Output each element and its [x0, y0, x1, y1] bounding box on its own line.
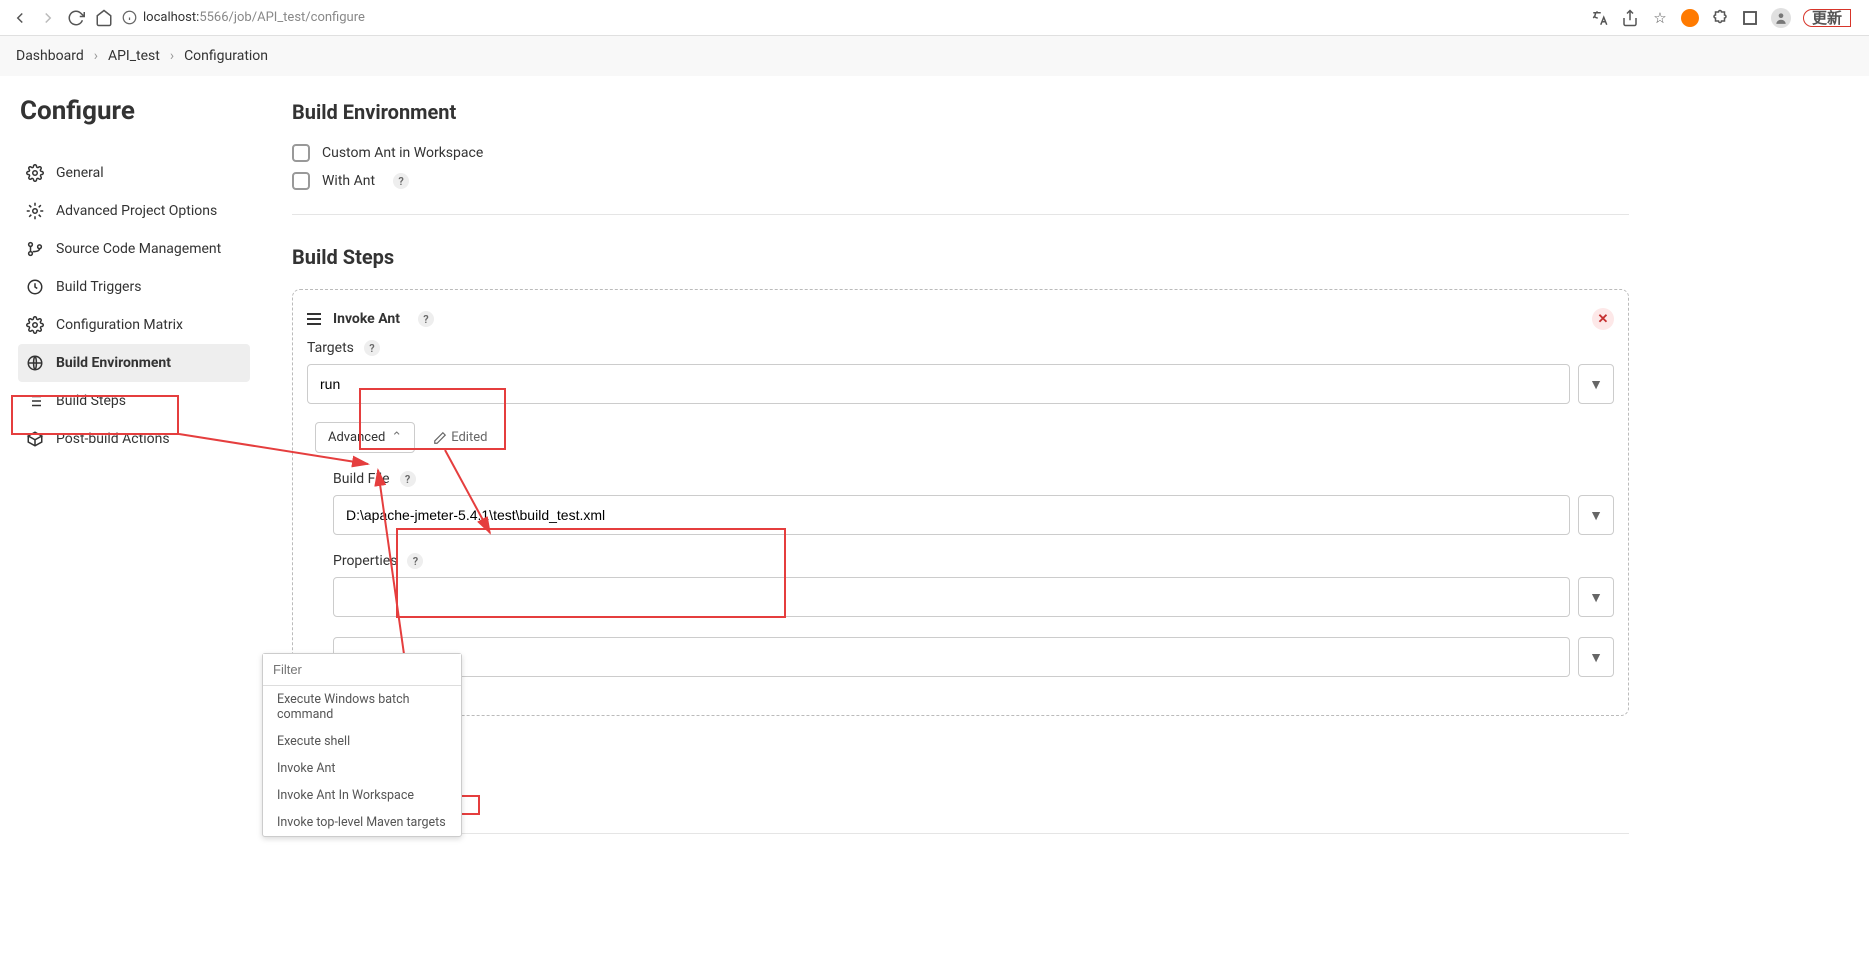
sidebar-item-matrix[interactable]: Configuration Matrix — [18, 306, 250, 344]
sidebar-item-label: Configuration Matrix — [56, 317, 183, 333]
home-button[interactable] — [94, 8, 114, 28]
url-path: /job/API_test/configure — [229, 10, 365, 25]
sidebar-item-postbuild[interactable]: Post-build Actions — [18, 420, 250, 458]
branch-icon — [26, 240, 44, 258]
sidebar-item-label: Build Steps — [56, 393, 126, 409]
menu-item-shell[interactable]: Execute shell — [263, 728, 461, 755]
checkbox-label: With Ant — [322, 173, 375, 189]
browser-action-icons: ☆ 更新 — [1591, 8, 1859, 28]
browser-nav-bar: localhost:5566/job/API_test/configure ☆ … — [0, 0, 1869, 36]
update-button[interactable]: 更新 — [1803, 9, 1851, 27]
sidebar-item-advanced[interactable]: Advanced Project Options — [18, 192, 250, 230]
filter-input[interactable] — [263, 654, 461, 686]
menu-item-maven[interactable]: Invoke top-level Maven targets — [263, 809, 461, 836]
breadcrumb-configuration[interactable]: Configuration — [184, 48, 268, 64]
sidebar-item-label: General — [56, 165, 104, 181]
gear-icon — [26, 202, 44, 220]
divider — [292, 833, 1629, 834]
puzzle-icon[interactable] — [1711, 9, 1729, 27]
sidebar-item-label: Source Code Management — [56, 241, 221, 257]
sidebar-item-build-steps[interactable]: Build Steps — [18, 382, 250, 420]
clock-icon — [26, 278, 44, 296]
sidebar-item-label: Build Triggers — [56, 279, 141, 295]
chevron-right-icon: › — [170, 48, 174, 64]
url-host: localhost: — [143, 10, 199, 25]
window-icon[interactable] — [1741, 9, 1759, 27]
sidebar-item-scm[interactable]: Source Code Management — [18, 230, 250, 268]
edited-indicator: Edited — [433, 430, 487, 445]
sidebar-item-build-env[interactable]: Build Environment — [18, 344, 250, 382]
properties-label: Properties ? — [333, 553, 1614, 569]
package-icon — [26, 430, 44, 448]
checkbox-icon[interactable] — [292, 144, 310, 162]
translate-icon[interactable] — [1591, 9, 1609, 27]
menu-item-batch[interactable]: Execute Windows batch command — [263, 686, 461, 728]
drag-handle-icon[interactable] — [307, 313, 321, 325]
advanced-button[interactable]: Advanced ⌃ — [315, 422, 415, 453]
help-icon[interactable]: ? — [418, 311, 434, 327]
sidebar-item-triggers[interactable]: Build Triggers — [18, 268, 250, 306]
targets-label: Targets ? — [307, 340, 1614, 356]
breadcrumb-dashboard[interactable]: Dashboard — [16, 48, 84, 64]
config-sidebar: Configure General Advanced Project Optio… — [0, 76, 262, 904]
menu-item-invoke-ant-workspace[interactable]: Invoke Ant In Workspace — [263, 782, 461, 809]
expand-button[interactable]: ▼ — [1578, 495, 1614, 535]
expand-button[interactable]: ▼ — [1578, 364, 1614, 404]
delete-step-button[interactable]: ✕ — [1592, 308, 1614, 330]
pencil-icon — [433, 431, 447, 445]
back-button[interactable] — [10, 8, 30, 28]
sidebar-item-label: Build Environment — [56, 355, 171, 371]
checkbox-custom-ant[interactable]: Custom Ant in Workspace — [292, 144, 1629, 162]
build-env-title: Build Environment — [292, 100, 1629, 124]
expand-button[interactable]: ▼ — [1578, 637, 1614, 677]
profile-icon[interactable] — [1771, 8, 1791, 28]
sidebar-item-label: Advanced Project Options — [56, 203, 217, 219]
breadcrumb: Dashboard › API_test › Configuration — [0, 36, 1869, 76]
add-step-dropdown: Execute Windows batch command Execute sh… — [262, 653, 462, 837]
label-text: Edited — [451, 430, 487, 445]
divider — [292, 214, 1629, 215]
label-text: Build File — [333, 471, 390, 487]
targets-input[interactable] — [307, 364, 1570, 404]
build-step-title: Invoke Ant — [333, 311, 400, 327]
extension-orange-icon[interactable] — [1681, 9, 1699, 27]
share-icon[interactable] — [1621, 9, 1639, 27]
gear-icon — [26, 316, 44, 334]
main-content: Build Environment Custom Ant in Workspac… — [262, 76, 1869, 904]
help-icon[interactable]: ? — [364, 340, 380, 356]
javaopts-input[interactable] — [333, 637, 1570, 677]
chevron-right-icon: › — [94, 48, 98, 64]
checkbox-icon[interactable] — [292, 172, 310, 190]
checkbox-with-ant[interactable]: With Ant ? — [292, 172, 1629, 190]
reload-button[interactable] — [66, 8, 86, 28]
buildfile-input[interactable] — [333, 495, 1570, 535]
help-icon[interactable]: ? — [393, 173, 409, 189]
menu-item-invoke-ant[interactable]: Invoke Ant — [263, 755, 461, 782]
star-icon[interactable]: ☆ — [1651, 9, 1669, 27]
list-icon — [26, 392, 44, 410]
gear-icon — [26, 164, 44, 182]
globe-icon — [26, 354, 44, 372]
expand-button[interactable]: ▼ — [1578, 577, 1614, 617]
page-title: Configure — [20, 96, 250, 126]
breadcrumb-job[interactable]: API_test — [108, 48, 160, 64]
url-bar[interactable]: localhost:5566/job/API_test/configure — [122, 10, 1583, 25]
properties-input[interactable] — [333, 577, 1570, 617]
sidebar-item-general[interactable]: General — [18, 154, 250, 192]
label-text: Advanced — [328, 430, 385, 445]
build-step-container: Invoke Ant ? ✕ Targets ? ▼ Advanced ⌃ — [292, 289, 1629, 716]
help-icon[interactable]: ? — [400, 471, 416, 487]
build-steps-title: Build Steps — [292, 245, 1629, 269]
sidebar-item-label: Post-build Actions — [56, 431, 170, 447]
label-text: Properties — [333, 553, 397, 569]
label-text: Targets — [307, 340, 354, 356]
forward-button[interactable] — [38, 8, 58, 28]
url-port: 5566 — [199, 10, 228, 25]
buildfile-label: Build File ? — [333, 471, 1614, 487]
checkbox-label: Custom Ant in Workspace — [322, 145, 483, 161]
help-icon[interactable]: ? — [407, 553, 423, 569]
chevron-up-icon: ⌃ — [391, 430, 402, 445]
